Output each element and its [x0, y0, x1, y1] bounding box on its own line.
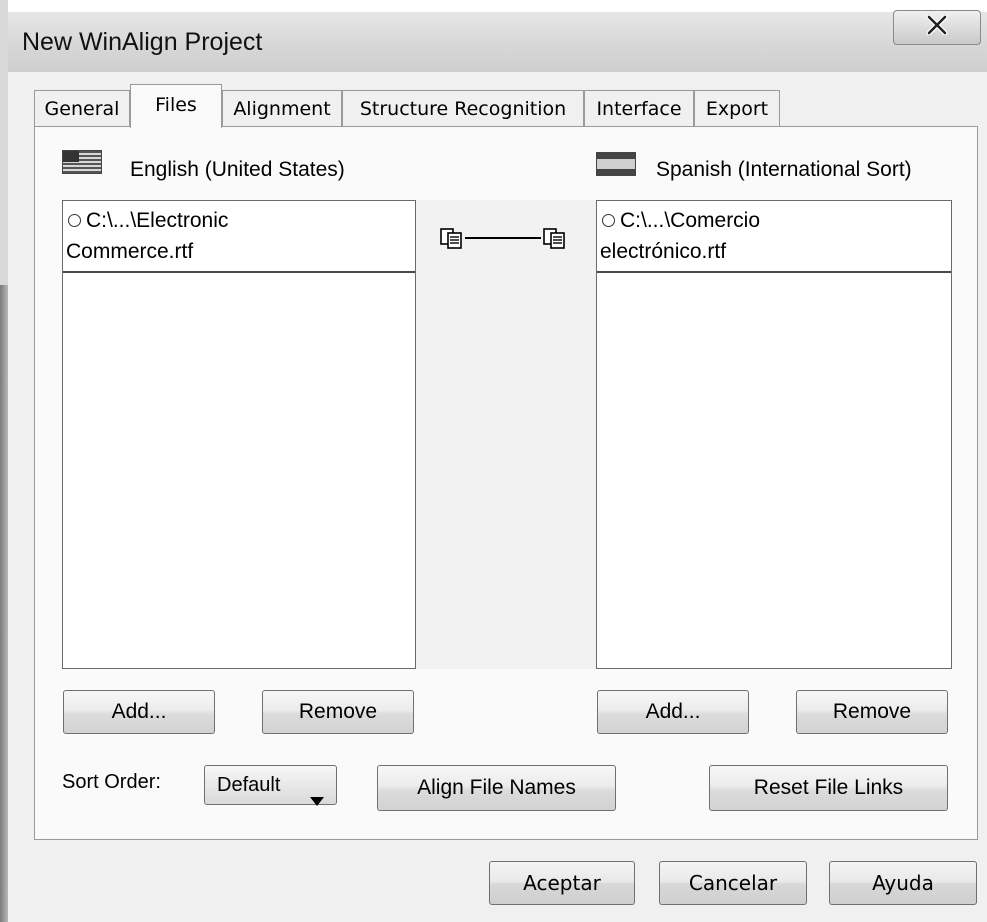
- source-add-button[interactable]: Add...: [63, 690, 215, 734]
- window-title: New WinAlign Project: [22, 28, 263, 56]
- tab-export[interactable]: Export: [694, 90, 780, 126]
- target-language-label: Spanish (International Sort): [656, 158, 912, 181]
- window-border-highlight: [0, 0, 8, 285]
- target-file-list[interactable]: C:\...\Comercio electrónico.rtf: [596, 200, 952, 669]
- file-link-area[interactable]: [416, 200, 596, 669]
- sort-order-value: Default: [217, 774, 281, 796]
- source-file-name: Commerce.rtf: [66, 240, 194, 263]
- source-file-path: C:\...\Electronic: [86, 209, 229, 232]
- source-language-label: English (United States): [130, 158, 345, 181]
- chevron-down-icon: [310, 781, 324, 819]
- tab-alignment[interactable]: Alignment: [222, 90, 342, 126]
- close-icon: [926, 14, 948, 40]
- source-file-list[interactable]: C:\...\Electronic Commerce.rtf: [62, 200, 416, 669]
- reset-file-links-button[interactable]: Reset File Links: [709, 765, 948, 811]
- sort-order-label: Sort Order:: [62, 771, 161, 793]
- tab-structure-recognition[interactable]: Structure Recognition: [342, 90, 584, 126]
- source-document-icon: [440, 228, 464, 255]
- sort-order-dropdown[interactable]: Default: [204, 765, 337, 806]
- source-file-item[interactable]: C:\...\Electronic Commerce.rtf: [63, 201, 415, 273]
- align-file-names-button[interactable]: Align File Names: [377, 765, 616, 811]
- radio-icon[interactable]: [602, 214, 615, 228]
- cancel-button[interactable]: Cancelar: [659, 861, 807, 905]
- ok-button[interactable]: Aceptar: [489, 861, 635, 905]
- target-file-item[interactable]: C:\...\Comercio electrónico.rtf: [597, 201, 951, 273]
- us-flag-icon: [62, 150, 102, 174]
- help-button[interactable]: Ayuda: [829, 861, 977, 905]
- source-remove-button[interactable]: Remove: [262, 690, 414, 734]
- file-link-line: [465, 237, 541, 239]
- tab-general[interactable]: General: [34, 90, 130, 126]
- spain-flag-icon: [596, 152, 636, 176]
- target-add-button[interactable]: Add...: [597, 690, 749, 734]
- tab-files[interactable]: Files: [130, 84, 222, 128]
- radio-icon[interactable]: [68, 214, 81, 228]
- target-document-icon: [543, 228, 567, 255]
- target-remove-button[interactable]: Remove: [796, 690, 948, 734]
- close-button[interactable]: [893, 10, 981, 45]
- target-file-path: C:\...\Comercio: [620, 209, 761, 232]
- target-file-name: electrónico.rtf: [600, 240, 727, 263]
- tab-interface[interactable]: Interface: [584, 90, 694, 126]
